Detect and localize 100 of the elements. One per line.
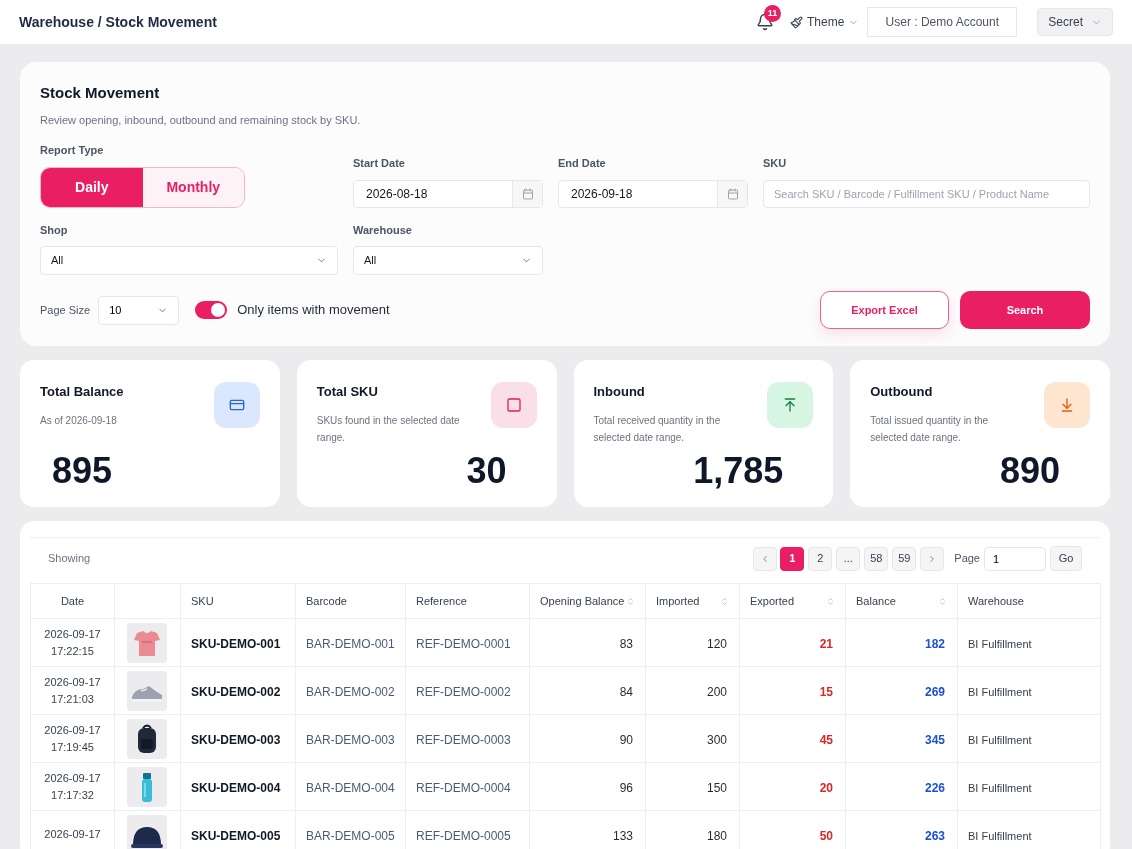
- sort-icon[interactable]: [826, 596, 835, 606]
- table-cell: 96: [619, 780, 633, 795]
- sort-icon[interactable]: [720, 596, 729, 606]
- table-cell: BAR-DEMO-002: [306, 684, 395, 699]
- field-label: Report Type: [40, 143, 105, 158]
- table-cell: BAR-DEMO-005: [306, 828, 395, 843]
- field-label: Warehouse: [353, 222, 413, 238]
- column-header[interactable]: Balance: [856, 592, 896, 610]
- toggle-label: Only items with movement: [237, 301, 390, 320]
- brush-icon: [789, 15, 803, 29]
- table-cell: REF-DEMO-0001: [416, 636, 511, 651]
- table-cell: SKU-DEMO-002: [191, 684, 281, 699]
- table-cell: SKU-DEMO-003: [191, 732, 281, 747]
- table-cell: 226: [924, 780, 945, 795]
- field-label: SKU: [763, 156, 788, 171]
- column-header: Warehouse: [968, 593, 1024, 609]
- table-cell: SKU-DEMO-005: [191, 828, 281, 843]
- table-cell: 120: [706, 636, 727, 651]
- select-field[interactable]: 10: [98, 295, 180, 325]
- square-icon: [505, 397, 522, 413]
- table-cell: 21: [819, 636, 833, 651]
- table-cell: REF-DEMO-0003: [416, 732, 511, 747]
- column-header: Reference: [416, 593, 467, 609]
- column-header: Barcode: [306, 593, 347, 609]
- table-cell: BI Fulfillment: [968, 733, 1032, 746]
- field-label: Start Date: [353, 156, 406, 171]
- page-button[interactable]: 2: [808, 546, 833, 571]
- table-cell: 90: [619, 732, 633, 747]
- card-subtitle: Review opening, inbound, outbound and remaining stock by SKU.: [40, 112, 362, 128]
- breadcrumb: Warehouse / Stock Movement: [19, 12, 217, 32]
- page-button[interactable]: 58: [864, 546, 889, 571]
- stat-title: Total SKU: [316, 383, 379, 401]
- showing-label: Showing: [48, 551, 91, 567]
- table-cell: BI Fulfillment: [968, 685, 1032, 698]
- user-label: User : Demo Account: [867, 7, 1018, 37]
- table-cell: 300: [706, 732, 727, 747]
- date-cell-text: 2026-09-17 17:21:03: [43, 674, 102, 707]
- table-cell: BI Fulfillment: [968, 637, 1032, 650]
- stat-title: Inbound: [593, 383, 646, 401]
- card-icon: [228, 397, 245, 413]
- segment-tab[interactable]: Daily: [41, 167, 143, 207]
- notification-badge: 11: [763, 5, 781, 22]
- export-button[interactable]: Export Excel: [820, 291, 949, 329]
- stat-value: 30: [466, 453, 507, 489]
- date-cell-text: 2026-09-17: [43, 827, 102, 842]
- account-button[interactable]: Secret: [1037, 8, 1113, 36]
- stat-title: Outbound: [870, 383, 934, 401]
- table-cell: 263: [924, 828, 945, 843]
- select-field[interactable]: All: [353, 246, 543, 275]
- stat-subtitle: Total issued quantity in the selected date range.: [870, 413, 990, 445]
- table-cell: SKU-DEMO-001: [191, 636, 281, 651]
- page-label: Page: [954, 551, 980, 567]
- date-field[interactable]: 2026-09-18: [558, 179, 748, 208]
- table-cell: 182: [924, 636, 945, 651]
- stat-title: Total Balance: [40, 383, 125, 401]
- next-page-button[interactable]: [920, 546, 945, 571]
- page-button[interactable]: ...: [836, 546, 861, 571]
- table-cell: 150: [706, 780, 727, 795]
- column-header: SKU: [191, 593, 214, 609]
- table-cell: 133: [612, 828, 633, 843]
- stat-subtitle: As of 2026-09-18: [40, 413, 118, 428]
- select-field[interactable]: All: [40, 246, 338, 275]
- previous-page-button[interactable]: [753, 546, 778, 571]
- calendar-icon[interactable]: [521, 187, 534, 200]
- stat-subtitle: Total received quantity in the selected date range.: [593, 413, 722, 445]
- date-field[interactable]: 2026-08-18: [353, 179, 543, 208]
- table-cell: SKU-DEMO-004: [191, 780, 281, 795]
- go-button[interactable]: Go: [1050, 546, 1082, 571]
- calendar-icon[interactable]: [726, 187, 739, 200]
- table-cell: 50: [819, 828, 833, 843]
- table-cell: BAR-DEMO-004: [306, 780, 395, 795]
- download-icon: [1059, 397, 1075, 413]
- segment-tab[interactable]: Monthly: [142, 167, 244, 207]
- field-label: Page Size: [40, 302, 91, 318]
- table-cell: BAR-DEMO-003: [306, 732, 395, 747]
- page-input[interactable]: 1: [984, 546, 1046, 571]
- stat-value: 890: [999, 453, 1060, 489]
- table-cell: 83: [619, 636, 633, 651]
- table-cell: 45: [819, 732, 833, 747]
- toggle-switch[interactable]: [195, 301, 228, 319]
- search-field[interactable]: Search SKU / Barcode / Fulfillment SKU / Product Name: [763, 179, 1090, 208]
- page-button[interactable]: 1: [780, 546, 805, 571]
- card-title: Stock Movement: [40, 83, 161, 103]
- table-cell: 20: [819, 780, 833, 795]
- table-cell: 84: [619, 684, 633, 699]
- table-cell: REF-DEMO-0004: [416, 780, 511, 795]
- table-cell: BAR-DEMO-001: [306, 636, 395, 651]
- table-cell: 180: [706, 828, 727, 843]
- page-button[interactable]: 59: [892, 546, 917, 571]
- table-cell: BI Fulfillment: [968, 829, 1032, 842]
- table-cell: 345: [924, 732, 945, 747]
- field-label: Shop: [40, 222, 69, 238]
- date-cell-text: 2026-09-17 17:17:32: [43, 770, 102, 803]
- sort-icon[interactable]: [938, 596, 947, 606]
- sort-icon[interactable]: [626, 596, 635, 606]
- search-button[interactable]: Search: [960, 291, 1090, 329]
- theme-button[interactable]: Theme: [789, 13, 860, 31]
- table-cell: REF-DEMO-0002: [416, 684, 511, 699]
- stat-subtitle: SKUs found in the selected date range.: [316, 413, 461, 445]
- date-cell-text: 2026-09-17 17:22:15: [43, 626, 102, 659]
